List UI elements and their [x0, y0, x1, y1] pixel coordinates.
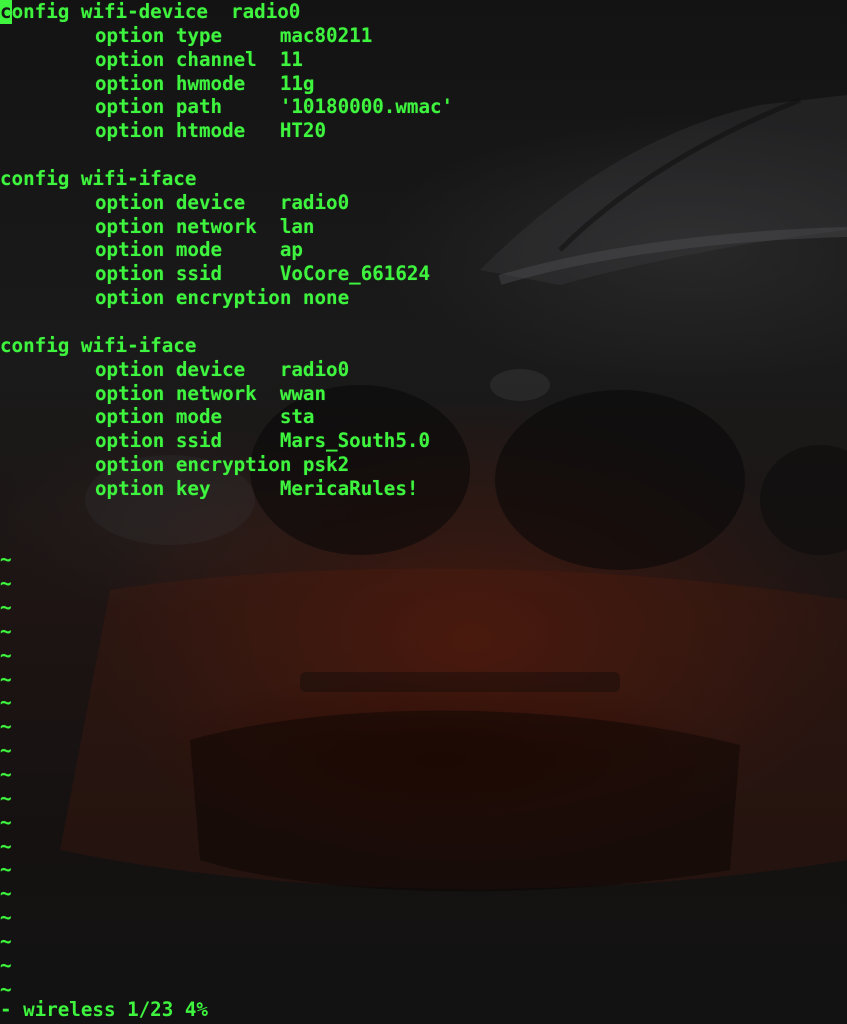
file-line[interactable]: option network wwan — [0, 382, 847, 406]
empty-line-tilde: ~ — [0, 834, 12, 858]
line-text: config wifi-device radio0 — [0, 0, 301, 24]
file-line[interactable]: option mode ap — [0, 238, 847, 262]
editor-buffer[interactable]: config wifi-device radio0 option type mac… — [0, 0, 847, 1001]
status-line: - wireless 1/23 4% — [0, 998, 208, 1021]
empty-line-tilde: ~ — [0, 929, 12, 953]
empty-line-tilde: ~ — [0, 763, 12, 786]
line-text: option encryption none — [95, 286, 350, 310]
empty-line-tilde: ~ — [0, 906, 12, 930]
file-line[interactable]: option device radio0 — [0, 191, 847, 215]
line-text: config wifi-iface — [0, 333, 197, 357]
line-text: option encryption psk2 — [95, 453, 350, 477]
line-text: option key MericaRules! — [95, 476, 419, 500]
empty-line-tilde: ~ — [0, 715, 12, 739]
file-line[interactable]: option path '10180000.wmac' — [0, 95, 847, 119]
file-line[interactable]: option network lan — [0, 215, 847, 239]
empty-line-tilde: ~ — [0, 786, 12, 810]
line-text: option htmode HT20 — [95, 119, 327, 143]
file-line[interactable]: option htmode HT20 — [0, 119, 847, 143]
empty-line-tilde: ~ — [0, 882, 12, 906]
line-text: option mode sta — [95, 405, 315, 429]
empty-line-tilde: ~ — [0, 953, 12, 977]
file-line[interactable]: option hwmode 11g — [0, 72, 847, 96]
line-text: option ssid Mars_South5.0 — [95, 429, 431, 453]
file-line[interactable]: option channel 11 — [0, 48, 847, 72]
empty-line-tilde: ~ — [0, 619, 12, 643]
line-text: option network wwan — [95, 381, 327, 405]
line-text: config wifi-iface — [0, 166, 197, 190]
file-line[interactable] — [0, 310, 847, 334]
empty-line-tilde: ~ — [0, 739, 12, 763]
empty-line-tilde: ~ — [0, 596, 12, 620]
empty-line-tilde: ~ — [0, 572, 12, 596]
line-text: option device radio0 — [95, 357, 350, 381]
line-text: option channel 11 — [95, 47, 303, 71]
file-line[interactable]: option encryption none — [0, 286, 847, 310]
line-text: option type mac80211 — [95, 23, 373, 47]
file-line[interactable] — [0, 143, 847, 167]
text-cursor: c — [0, 0, 12, 24]
terminal-window[interactable]: config wifi-device radio0 option type mac… — [0, 0, 847, 1024]
line-text: option device radio0 — [95, 190, 350, 214]
file-line[interactable]: option device radio0 — [0, 358, 847, 382]
line-text: option path '10180000.wmac' — [95, 95, 454, 119]
empty-line-tilde: ~ — [0, 858, 12, 882]
file-line[interactable]: option ssid VoCore_661624 — [0, 262, 847, 286]
file-line[interactable]: option ssid Mars_South5.0 — [0, 429, 847, 453]
empty-line-tilde: ~ — [0, 667, 12, 691]
file-line[interactable]: option type mac80211 — [0, 24, 847, 48]
file-line[interactable]: config wifi-device radio0 — [0, 0, 847, 24]
empty-line-tilde: ~ — [0, 548, 12, 572]
file-line[interactable]: option mode sta — [0, 405, 847, 429]
file-line[interactable] — [0, 501, 847, 525]
file-line[interactable]: config wifi-iface — [0, 334, 847, 358]
line-text: option ssid VoCore_661624 — [95, 262, 431, 286]
file-line[interactable]: option encryption psk2 — [0, 453, 847, 477]
file-line[interactable]: option key MericaRules! — [0, 477, 847, 501]
empty-line-tilde: ~ — [0, 643, 12, 667]
empty-line-tilde: ~ — [0, 810, 12, 834]
empty-line-tilde: ~ — [0, 691, 12, 715]
line-text-rest: onfig wifi-device radio0 — [11, 0, 301, 23]
line-text: option network lan — [95, 214, 315, 238]
line-text: option mode ap — [95, 238, 303, 262]
line-text: option hwmode 11g — [95, 71, 315, 95]
file-line[interactable] — [0, 525, 847, 549]
file-line[interactable]: config wifi-iface — [0, 167, 847, 191]
